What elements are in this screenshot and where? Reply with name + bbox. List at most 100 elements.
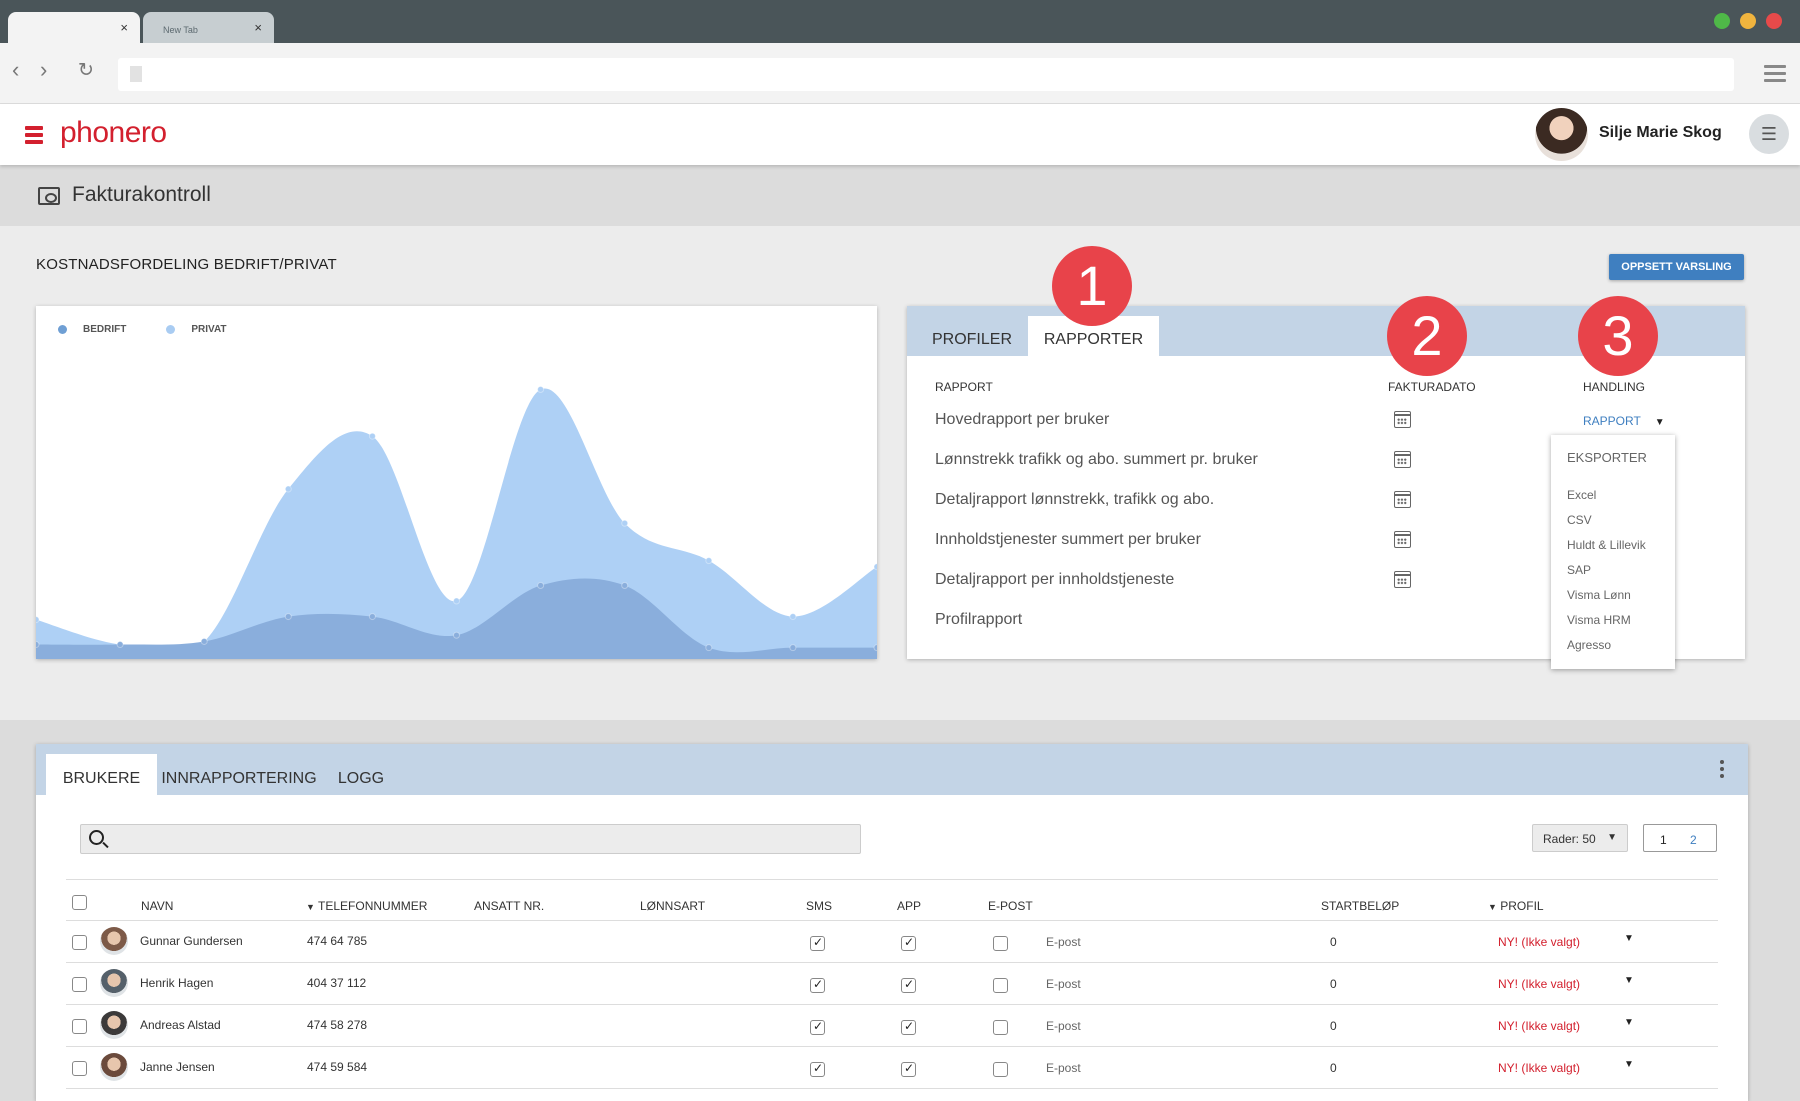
data-point-privat[interactable] (789, 613, 797, 621)
row-select-checkbox[interactable] (72, 1019, 87, 1034)
user-name-cell[interactable]: Andreas Alstad (140, 1018, 221, 1032)
more-options-icon[interactable] (1720, 760, 1724, 781)
sms-checkbox[interactable] (810, 1061, 825, 1077)
app-checkbox[interactable] (901, 1061, 916, 1077)
data-point-bedrift[interactable] (873, 644, 877, 652)
phonero-logo[interactable]: phonero (60, 116, 167, 150)
data-point-bedrift[interactable] (200, 637, 208, 645)
user-name-cell[interactable]: Gunnar Gundersen (140, 934, 243, 948)
data-point-bedrift[interactable] (537, 581, 545, 589)
data-point-privat[interactable] (705, 557, 713, 565)
maximize-window-button[interactable] (1714, 13, 1730, 29)
data-point-bedrift[interactable] (705, 644, 713, 652)
data-point-privat[interactable] (368, 432, 376, 440)
export-option[interactable]: Agresso (1567, 638, 1611, 652)
user-name-cell[interactable]: Janne Jensen (140, 1060, 215, 1074)
browser-tab-active[interactable]: × (8, 12, 140, 43)
report-row[interactable]: Detaljrapport per innholdstjeneste (935, 571, 1174, 589)
tab-brukere[interactable]: BRUKERE (46, 754, 157, 795)
report-row[interactable]: Innholdstjenester summert per bruker (935, 531, 1201, 549)
data-point-bedrift[interactable] (368, 613, 376, 621)
app-checkbox[interactable] (901, 935, 916, 951)
col-head-epost[interactable]: E-POST (988, 899, 1033, 913)
export-option[interactable]: Huldt & Lillevik (1567, 538, 1646, 552)
data-point-privat[interactable] (453, 597, 460, 605)
back-icon[interactable]: ‹ (12, 59, 19, 81)
tab-profiler[interactable]: PROFILER (907, 316, 1037, 356)
sms-checkbox[interactable] (810, 977, 825, 993)
select-all-checkbox[interactable] (72, 895, 87, 910)
tab-innrapportering[interactable]: INNRAPPORTERING (160, 754, 318, 795)
report-row[interactable]: Profilrapport (935, 611, 1022, 629)
rows-per-page-select[interactable]: Rader: 50 ▼ (1532, 824, 1628, 852)
data-point-bedrift[interactable] (116, 641, 124, 649)
sms-checkbox[interactable] (810, 1019, 825, 1035)
col-head-profil[interactable]: ▼ PROFIL (1488, 899, 1544, 913)
data-point-privat[interactable] (873, 563, 877, 571)
export-option[interactable]: CSV (1567, 513, 1592, 527)
forward-icon[interactable]: › (40, 59, 47, 81)
close-window-button[interactable] (1766, 13, 1782, 29)
col-head-lonnsart[interactable]: LØNNSART (640, 899, 705, 913)
close-tab-icon[interactable]: × (254, 20, 262, 35)
calendar-icon[interactable] (1394, 491, 1411, 508)
user-avatar[interactable] (1535, 108, 1588, 161)
epost-checkbox[interactable] (993, 978, 1008, 993)
profile-caret-icon[interactable]: ▼ (1624, 1017, 1634, 1028)
col-head-app[interactable]: APP (897, 899, 921, 913)
row-select-checkbox[interactable] (72, 935, 87, 950)
calendar-icon[interactable] (1394, 451, 1411, 468)
tab-logg[interactable]: LOGG (336, 754, 386, 795)
col-head-startbelop[interactable]: STARTBELØP (1321, 899, 1399, 913)
search-input[interactable] (80, 824, 861, 854)
minimize-window-button[interactable] (1740, 13, 1756, 29)
export-option[interactable]: Excel (1567, 488, 1596, 502)
rapport-action-dropdown[interactable]: RAPPORT ▼ (1583, 414, 1665, 428)
epost-checkbox[interactable] (993, 1062, 1008, 1077)
data-point-bedrift[interactable] (621, 581, 629, 589)
settings-button[interactable]: ☰ (1749, 114, 1789, 154)
col-head-sms[interactable]: SMS (806, 899, 832, 913)
data-point-bedrift[interactable] (36, 641, 40, 649)
epost-checkbox[interactable] (993, 936, 1008, 951)
data-point-privat[interactable] (284, 485, 292, 493)
page-2-button[interactable]: 2 (1690, 833, 1697, 847)
app-checkbox[interactable] (901, 1019, 916, 1035)
filter-icon[interactable]: ▼ (1488, 902, 1497, 912)
col-head-ansatt-nr[interactable]: ANSATT NR. (474, 899, 544, 913)
report-row[interactable]: Hovedrapport per bruker (935, 411, 1109, 429)
data-point-privat[interactable] (621, 519, 629, 527)
data-point-privat[interactable] (36, 616, 40, 624)
row-select-checkbox[interactable] (72, 977, 87, 992)
export-option[interactable]: SAP (1567, 563, 1591, 577)
data-point-bedrift[interactable] (284, 613, 292, 621)
report-row[interactable]: Lønnstrekk trafikk og abo. summert pr. b… (935, 451, 1258, 469)
sms-checkbox[interactable] (810, 935, 825, 951)
export-option[interactable]: Visma HRM (1567, 613, 1631, 627)
calendar-icon[interactable] (1394, 531, 1411, 548)
profile-caret-icon[interactable]: ▼ (1624, 975, 1634, 986)
browser-menu-icon[interactable] (1764, 65, 1786, 86)
data-point-bedrift[interactable] (453, 631, 460, 639)
data-point-bedrift[interactable] (789, 644, 797, 652)
setup-alert-button[interactable]: OPPSETT VARSLING (1609, 254, 1744, 280)
reload-icon[interactable]: ↻ (78, 61, 94, 80)
user-name[interactable]: Silje Marie Skog (1599, 124, 1722, 142)
profile-caret-icon[interactable]: ▼ (1624, 933, 1634, 944)
col-head-navn[interactable]: NAVN (141, 899, 173, 913)
data-point-privat[interactable] (537, 386, 545, 394)
col-head-telefonnummer[interactable]: ▼ TELEFONNUMMER (306, 899, 427, 913)
profile-cell[interactable]: NY! (Ikke valgt) (1498, 1019, 1580, 1033)
calendar-icon[interactable] (1394, 411, 1411, 428)
epost-checkbox[interactable] (993, 1020, 1008, 1035)
user-name-cell[interactable]: Henrik Hagen (140, 976, 213, 990)
profile-cell[interactable]: NY! (Ikke valgt) (1498, 977, 1580, 991)
page-1-button[interactable]: 1 (1660, 833, 1667, 847)
profile-cell[interactable]: NY! (Ikke valgt) (1498, 935, 1580, 949)
report-row[interactable]: Detaljrapport lønnstrekk, trafikk og abo… (935, 491, 1214, 509)
row-select-checkbox[interactable] (72, 1061, 87, 1076)
app-checkbox[interactable] (901, 977, 916, 993)
address-bar[interactable] (118, 58, 1734, 91)
hamburger-menu-icon[interactable] (25, 126, 43, 147)
profile-caret-icon[interactable]: ▼ (1624, 1059, 1634, 1070)
